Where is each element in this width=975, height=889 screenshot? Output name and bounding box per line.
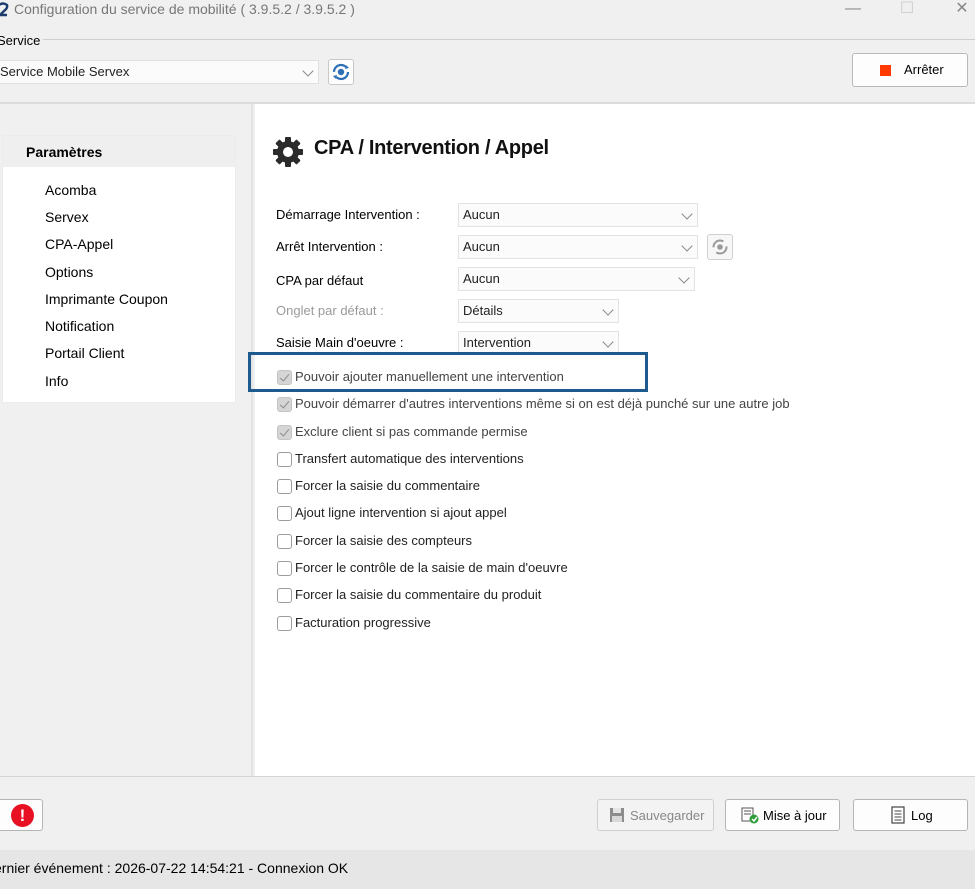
nav-item-acomba[interactable]: Acomba [45,182,96,198]
onglet-defaut-select[interactable]: Détails [458,299,619,323]
minimize-icon[interactable]: — [830,0,876,26]
select-value: Intervention [463,335,531,350]
option-label: Ajout ligne intervention si ajout appel [295,505,507,520]
stop-icon [880,65,891,76]
log-button[interactable]: Log [853,799,968,831]
panel-divider [251,104,253,776]
divider [0,776,975,777]
update-button-label: Mise à jour [763,808,827,823]
floppy-icon [610,808,624,822]
field-label-onglet: Onglet par défaut : [276,303,384,318]
option-label: Exclure client si pas commande permise [295,424,528,439]
stop-button-label: Arrêter [904,62,944,77]
option-label: Pouvoir démarrer d'autres interventions … [295,396,790,411]
update-button[interactable]: Mise à jour [725,799,840,831]
checkbox[interactable] [277,561,292,576]
option-label: Facturation progressive [295,615,431,630]
cpa-defaut-select[interactable]: Aucun [458,267,695,291]
status-bar: ernier événement : 2026-07-22 14:54:21 -… [0,850,975,889]
arret-refresh-button[interactable] [707,234,733,260]
nav-item-servex[interactable]: Servex [45,209,89,225]
checkbox[interactable] [277,616,292,631]
save-button[interactable]: Sauvegarder [597,799,714,831]
option-label: Forcer le contrôle de la saisie de main … [295,560,568,575]
arret-intervention-select[interactable]: Aucun [458,235,698,259]
nav-item-portail-client[interactable]: Portail Client [45,345,124,361]
status-text: ernier événement : 2026-07-22 14:54:21 -… [0,860,349,876]
chevron-down-icon [681,208,693,220]
field-label-main-oeuvre: Saisie Main d'oeuvre : [276,335,404,350]
chevron-down-icon [302,65,314,77]
nav-item-options[interactable]: Options [45,264,93,280]
nav-item-cpa-appel[interactable]: CPA-Appel [45,236,113,252]
refresh-service-button[interactable] [328,59,354,85]
nav-item-info[interactable]: Info [45,373,68,389]
option-label: Transfert automatique des interventions [295,451,524,466]
option-label: Forcer la saisie des compteurs [295,533,473,548]
checkbox[interactable] [277,588,292,603]
demarrage-intervention-select[interactable]: Aucun [458,203,698,227]
checkbox[interactable] [277,506,292,521]
update-icon [741,807,759,824]
select-value: Aucun [463,271,500,286]
select-value: Détails [463,303,503,318]
save-button-label: Sauvegarder [630,808,705,823]
option-label: Forcer la saisie du commentaire du produ… [295,587,542,602]
chevron-down-icon [678,272,690,284]
checkbox[interactable] [277,534,292,549]
service-group-border [0,39,975,40]
option-label: Forcer la saisie du commentaire [295,478,480,493]
chevron-down-icon [602,336,614,348]
field-label-arret: Arrêt Intervention : [276,239,383,254]
settings-nav: Paramètres Acomba Servex CPA-Appel Optio… [2,135,236,403]
service-group-label: Service [0,33,44,48]
stop-button[interactable]: Arrêter [852,53,968,87]
nav-item-notification[interactable]: Notification [45,318,114,334]
title-bar: Configuration du service de mobilité ( 3… [0,0,975,26]
checkbox[interactable] [277,425,292,440]
close-icon[interactable]: ✕ [939,0,975,26]
gear-icon [271,135,305,169]
refresh-icon [712,239,728,255]
log-button-label: Log [911,808,933,823]
checkbox[interactable] [277,479,292,494]
select-value: Aucun [463,239,500,254]
highlight-box [248,352,648,392]
refresh-icon [332,63,350,81]
nav-item-imprimante-coupon[interactable]: Imprimante Coupon [45,291,168,307]
settings-content: CPA / Intervention / Appel Démarrage Int… [255,104,975,776]
error-icon: ! [11,804,34,827]
maximize-icon[interactable]: ☐ [884,0,930,26]
select-value: Aucun [463,207,500,222]
field-label-demarrage: Démarrage Intervention : [276,207,420,222]
checkbox[interactable] [277,397,292,412]
checkbox[interactable] [277,452,292,467]
section-title: CPA / Intervention / Appel [314,137,549,159]
service-select-value: Service Mobile Servex [0,64,130,79]
chevron-down-icon [602,304,614,316]
log-icon [891,806,905,824]
error-button[interactable]: ! [0,799,43,831]
nav-header-label: Paramètres [26,144,103,160]
chevron-down-icon [681,240,693,252]
nav-header: Paramètres [3,136,235,167]
logo-icon [0,2,10,18]
service-select[interactable]: Service Mobile Servex [0,60,319,84]
field-label-cpa: CPA par défaut [276,273,364,288]
window-title: Configuration du service de mobilité ( 3… [14,1,355,17]
